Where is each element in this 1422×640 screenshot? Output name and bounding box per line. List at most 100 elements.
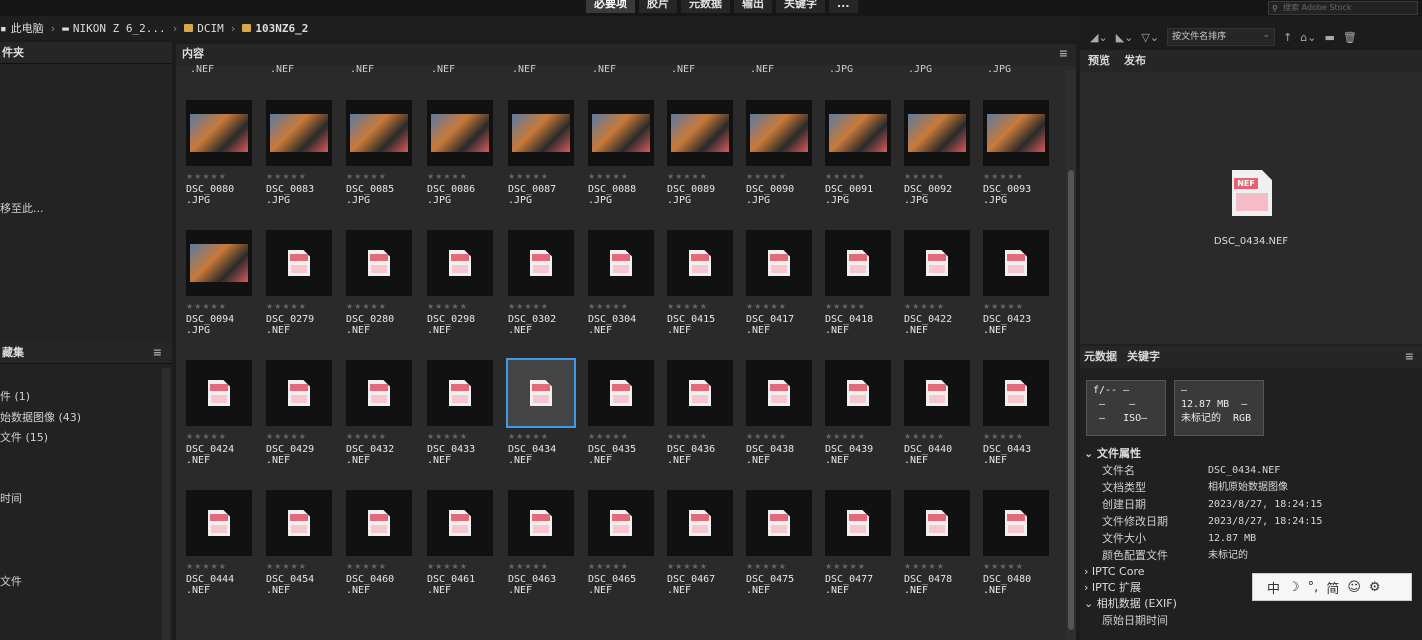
tab-workspace[interactable]: 必要项 — [586, 0, 635, 13]
filter-item[interactable]: 件 (1) — [0, 388, 30, 404]
rating-stars[interactable]: ★★★★★ — [983, 302, 1024, 311]
thumbnail-item[interactable]: ★★★★★ DSC_0429 .NEF — [266, 360, 344, 490]
sort-select[interactable]: 按文件名排序 — [1167, 27, 1276, 46]
rating-stars[interactable]: ★★★★★ — [904, 562, 945, 571]
thumbnail-image[interactable] — [186, 360, 252, 426]
thumbnail-image[interactable] — [983, 360, 1049, 426]
thumbnail-image[interactable] — [346, 360, 412, 426]
thumbnail-item[interactable]: ★★★★★ DSC_0422 .NEF — [904, 230, 982, 360]
thumbnail-item[interactable]: ★★★★★ DSC_0424 .NEF — [186, 360, 264, 490]
thumbnail-item[interactable]: ★★★★★ DSC_0438 .NEF — [746, 360, 824, 490]
rating-stars[interactable]: ★★★★★ — [266, 562, 307, 571]
thumbnail-image[interactable] — [427, 490, 493, 556]
thumbnail-item[interactable]: ★★★★★ DSC_0418 .NEF — [825, 230, 903, 360]
thumbnail-item[interactable]: ★★★★★ DSC_0088 .JPG — [588, 100, 666, 230]
tab-keywords[interactable]: 关键字 — [1127, 346, 1160, 368]
thumbnail-image[interactable] — [506, 358, 576, 428]
rating-stars[interactable]: ★★★★★ — [825, 302, 866, 311]
ime-button[interactable]: ☽ — [1288, 580, 1300, 595]
thumbnail-item[interactable]: ★★★★★ DSC_0439 .NEF — [825, 360, 903, 490]
thumbnail-image[interactable] — [746, 360, 812, 426]
thumbnail-image[interactable] — [588, 360, 654, 426]
thumbnail-item[interactable]: ★★★★★ DSC_0444 .NEF — [186, 490, 264, 620]
thumbnail-image[interactable] — [825, 230, 891, 296]
thumbnail-item[interactable]: ★★★★★ DSC_0423 .NEF — [983, 230, 1061, 360]
thumbnail-item[interactable]: ★★★★★ DSC_0085 .JPG — [346, 100, 424, 230]
ime-button[interactable]: °, — [1308, 580, 1319, 595]
rating-stars[interactable]: ★★★★★ — [266, 432, 307, 441]
thumbnail-item[interactable]: ★★★★★ DSC_0433 .NEF — [427, 360, 505, 490]
panel-menu-icon[interactable]: ≡ — [1059, 44, 1068, 64]
thumbnail-item[interactable]: ★★★★★ DSC_0440 .NEF — [904, 360, 982, 490]
new-folder-icon[interactable]: ▬ — [1324, 31, 1334, 44]
trash-icon[interactable]: 🗑 — [1343, 31, 1357, 44]
thumbnail-item[interactable]: ★★★★★ DSC_0091 .JPG — [825, 100, 903, 230]
scrollbar-thumb[interactable] — [1068, 170, 1074, 630]
filter-icon[interactable]: ▽⌄ — [1141, 31, 1159, 44]
thumbnail-image[interactable] — [427, 360, 493, 426]
tab-preview[interactable]: 预览 — [1088, 50, 1110, 72]
rating-stars[interactable]: ★★★★★ — [825, 172, 866, 181]
rating-stars[interactable]: ★★★★★ — [667, 302, 708, 311]
thumbnail-image[interactable] — [346, 230, 412, 296]
thumbnail-image[interactable] — [825, 360, 891, 426]
thumbnail-item[interactable]: ★★★★★ DSC_0480 .NEF — [983, 490, 1061, 620]
thumbnail-image[interactable] — [588, 230, 654, 296]
tab-workspace[interactable]: 关键字 — [776, 0, 825, 13]
thumbnail-item[interactable]: ★★★★★ DSC_0415 .NEF — [667, 230, 745, 360]
thumbnail-image[interactable] — [983, 490, 1049, 556]
thumbnail-item[interactable]: ★★★★★ DSC_0093 .JPG — [983, 100, 1061, 230]
rating-stars[interactable]: ★★★★★ — [588, 562, 629, 571]
filter-file[interactable]: 文件 — [0, 573, 22, 589]
content-scrollbar[interactable] — [1066, 70, 1076, 640]
rating-stars[interactable]: ★★★★★ — [904, 302, 945, 311]
thumbnail-image[interactable] — [427, 100, 493, 166]
breadcrumb-item-dcim[interactable]: DCIM — [184, 22, 224, 35]
thumbnail-image[interactable] — [186, 230, 252, 296]
thumbnail-item[interactable]: ★★★★★ DSC_0454 .NEF — [266, 490, 344, 620]
thumbnail-image[interactable] — [186, 490, 252, 556]
camera-download-icon[interactable]: ⌂⌄ — [1300, 31, 1316, 44]
ime-button[interactable]: ⚙ — [1369, 580, 1381, 595]
thumbnail-item[interactable]: ★★★★★ DSC_0417 .NEF — [746, 230, 824, 360]
thumbnail-image[interactable] — [983, 230, 1049, 296]
thumbnail-image[interactable] — [508, 100, 574, 166]
rating-stars[interactable]: ★★★★★ — [588, 302, 629, 311]
thumbnail-image[interactable] — [825, 490, 891, 556]
thumbnail-image[interactable] — [266, 360, 332, 426]
thumbnail-item[interactable]: ★★★★★ DSC_0083 .JPG — [266, 100, 344, 230]
thumbnail-item[interactable]: ★★★★★ DSC_0432 .NEF — [346, 360, 424, 490]
rating-stars[interactable]: ★★★★★ — [266, 302, 307, 311]
ime-button[interactable]: 中 — [1267, 578, 1280, 597]
thumbnail-item[interactable]: ★★★★★ DSC_0460 .NEF — [346, 490, 424, 620]
filter-item[interactable]: 文件 (15) — [0, 429, 48, 445]
thumbnail-item[interactable]: ★★★★★ DSC_0090 .JPG — [746, 100, 824, 230]
rating-stars[interactable]: ★★★★★ — [983, 172, 1024, 181]
thumbnail-item[interactable]: ★★★★★ DSC_0280 .NEF — [346, 230, 424, 360]
rating-stars[interactable]: ★★★★★ — [588, 172, 629, 181]
quality-icon[interactable]: ◢⌄ — [1090, 31, 1108, 44]
tab-workspace[interactable]: 元数据 — [681, 0, 730, 13]
rating-stars[interactable]: ★★★★★ — [904, 432, 945, 441]
thumbnail-image[interactable] — [186, 100, 252, 166]
panel-menu-icon[interactable]: ≡ — [1405, 346, 1414, 368]
rating-stars[interactable]: ★★★★★ — [983, 562, 1024, 571]
thumbnail-image[interactable] — [266, 100, 332, 166]
thumbnail-image[interactable] — [825, 100, 891, 166]
rating-stars[interactable]: ★★★★★ — [825, 562, 866, 571]
thumbnail-image[interactable] — [266, 230, 332, 296]
rating-stars[interactable]: ★★★★★ — [508, 302, 549, 311]
rating-stars[interactable]: ★★★★★ — [427, 302, 468, 311]
thumbnail-item[interactable]: ★★★★★ DSC_0434 .NEF — [506, 358, 586, 490]
thumbnail-image[interactable] — [667, 100, 733, 166]
rating-stars[interactable]: ★★★★★ — [186, 302, 227, 311]
thumbnail-item[interactable]: ★★★★★ DSC_0089 .JPG — [667, 100, 745, 230]
breadcrumb-item-current[interactable]: 103NZ6_2 — [242, 22, 308, 35]
thumbnail-item[interactable]: ★★★★★ DSC_0465 .NEF — [588, 490, 666, 620]
thumbnail-image[interactable] — [667, 230, 733, 296]
rating-stars[interactable]: ★★★★★ — [346, 302, 387, 311]
thumbnail-image[interactable] — [667, 490, 733, 556]
thumbnail-image[interactable] — [904, 100, 970, 166]
thumbnail-image[interactable] — [588, 100, 654, 166]
thumbnail-item[interactable]: ★★★★★ DSC_0436 .NEF — [667, 360, 745, 490]
